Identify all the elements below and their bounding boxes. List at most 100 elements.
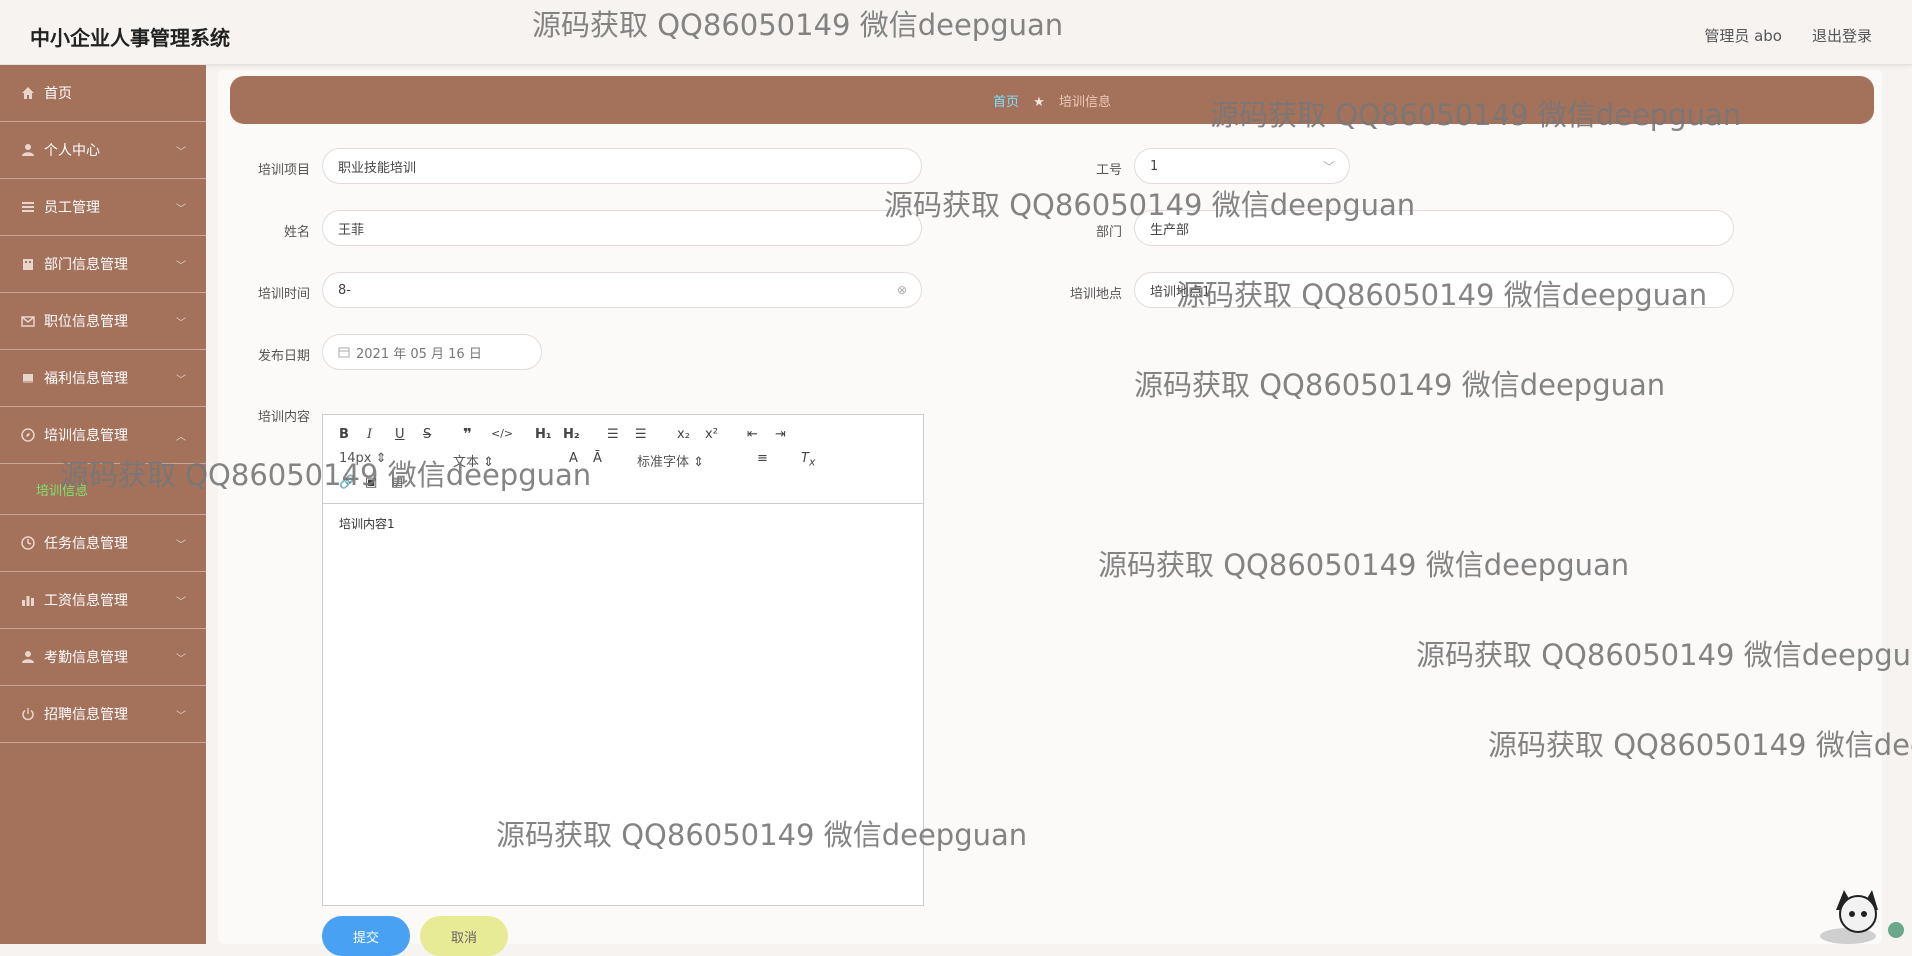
sidebar-item-home[interactable]: 首页 — [0, 65, 206, 122]
editor-toolbar: B I U S ❞ </> H₁ H₂ ☰ ☰ x₂ x² ⇤ ⇥ 14px ⇕… — [323, 415, 923, 504]
text-style-value: 文本 — [453, 455, 480, 470]
project-value: 职业技能培训 — [338, 160, 417, 176]
chevron-down-icon: ﹀ — [176, 374, 186, 386]
outdent-icon[interactable]: ⇤ — [747, 427, 758, 442]
bold-icon[interactable]: B — [339, 427, 349, 442]
ordered-list-icon[interactable]: ☰ — [607, 427, 619, 442]
bullet-list-icon[interactable]: ☰ — [635, 427, 647, 442]
chevron-down-icon: ﹀ — [176, 539, 186, 551]
sidebar-item-label: 培训信息管理 — [44, 428, 128, 444]
heading2-icon[interactable]: H₂ — [563, 427, 580, 442]
chevron-down-icon: ﹀ — [176, 596, 186, 608]
text-style-select[interactable]: 文本 ⇕ — [453, 451, 494, 470]
sidebar-item-label: 工资信息管理 — [44, 593, 128, 609]
time-input[interactable]: 8- ⊗ — [322, 272, 922, 308]
date-label: 发布日期 — [257, 349, 310, 364]
dept-value: 生产部 — [1150, 222, 1190, 238]
name-label: 姓名 — [283, 225, 310, 240]
superscript-icon[interactable]: x² — [705, 427, 718, 442]
sidebar-item-personal-center[interactable]: 个人中心 ﹀ — [0, 122, 206, 179]
sidebar-subitem-training-info[interactable]: 培训信息 — [0, 464, 206, 515]
date-picker[interactable]: 2021 年 05 月 16 日 — [322, 334, 542, 370]
breadcrumb-bar: 首页 ★ 培训信息 — [230, 76, 1874, 124]
breadcrumb-current: 培训信息 — [1058, 95, 1111, 110]
image-icon[interactable]: ▣ — [365, 475, 377, 490]
chevron-down-icon: ﹀ — [176, 146, 186, 158]
video-icon[interactable]: ▤ — [391, 475, 403, 490]
chevron-down-icon: ﹀ — [176, 317, 186, 329]
empno-value: 1 — [1150, 158, 1159, 174]
submit-button[interactable]: 提交 — [322, 916, 410, 956]
chevron-down-icon: ﹀ — [176, 260, 186, 272]
code-icon[interactable]: </> — [491, 427, 513, 440]
sidebar-item-task[interactable]: 任务信息管理 ﹀ — [0, 515, 206, 572]
sidebar-item-department[interactable]: 部门信息管理 ﹀ — [0, 236, 206, 293]
heading1-icon[interactable]: H₁ — [535, 427, 552, 442]
date-value: 2021 年 05 月 16 日 — [356, 346, 482, 362]
cancel-button[interactable]: 取消 — [420, 916, 508, 956]
font-size-value: 14px — [339, 451, 372, 466]
rich-text-editor: B I U S ❞ </> H₁ H₂ ☰ ☰ x₂ x² ⇤ ⇥ 14px ⇕… — [322, 414, 924, 906]
link-icon[interactable]: 🔗 — [339, 475, 355, 490]
sidebar: 首页 个人中心 ﹀ 员工管理 ﹀ 部门信息管理 ﹀ 职位信息管理 ﹀ 福利信息管… — [0, 65, 206, 944]
sidebar-item-label: 招聘信息管理 — [44, 707, 128, 723]
align-icon[interactable]: ≡ — [757, 451, 768, 466]
chevron-down-icon: ﹀ — [176, 710, 186, 722]
user-icon — [20, 649, 36, 665]
sidebar-item-attendance[interactable]: 考勤信息管理 ﹀ — [0, 629, 206, 686]
sidebar-item-recruitment[interactable]: 招聘信息管理 ﹀ — [0, 686, 206, 743]
indent-icon[interactable]: ⇥ — [775, 427, 786, 442]
breadcrumb-home[interactable]: 首页 — [993, 95, 1019, 110]
strikethrough-icon[interactable]: S — [423, 427, 431, 442]
clear-format-icon[interactable]: Tx — [801, 451, 815, 469]
place-input[interactable]: 培训地点1 — [1134, 272, 1734, 308]
sidebar-item-label: 员工管理 — [44, 200, 100, 216]
sidebar-item-label: 个人中心 — [44, 143, 100, 159]
font-family-select[interactable]: 标准字体 ⇕ — [637, 451, 704, 470]
sidebar-item-position[interactable]: 职位信息管理 ﹀ — [0, 293, 206, 350]
place-value: 培训地点1 — [1150, 284, 1211, 300]
place-label: 培训地点 — [1069, 287, 1122, 302]
clear-icon[interactable]: ⊗ — [897, 283, 907, 297]
power-icon — [20, 706, 36, 722]
name-input[interactable]: 王菲 — [322, 210, 922, 246]
empno-select[interactable]: 1 ﹀ — [1134, 148, 1350, 184]
list-icon — [20, 199, 36, 215]
sidebar-item-welfare[interactable]: 福利信息管理 ﹀ — [0, 350, 206, 407]
name-value: 王菲 — [338, 222, 365, 238]
content-label: 培训内容 — [257, 410, 310, 425]
chevron-up-icon: ︿ — [176, 431, 186, 443]
user-icon — [20, 142, 36, 158]
breadcrumb: 首页 ★ 培训信息 — [230, 91, 1874, 110]
home-icon — [20, 85, 36, 101]
compass-icon — [20, 427, 36, 443]
time-value: 8- — [338, 282, 351, 298]
font-family-value: 标准字体 — [637, 455, 690, 470]
sidebar-item-training[interactable]: 培训信息管理 ︿ — [0, 407, 206, 464]
italic-icon[interactable]: I — [367, 427, 372, 442]
font-color-icon[interactable]: A — [569, 451, 578, 466]
gift-icon — [20, 370, 36, 386]
project-input[interactable]: 职业技能培训 — [322, 148, 922, 184]
sidebar-item-label: 部门信息管理 — [44, 257, 128, 273]
chevron-down-icon: ﹀ — [1322, 159, 1335, 174]
app-title: 中小企业人事管理系统 — [30, 26, 230, 50]
underline-icon[interactable]: U — [395, 427, 405, 442]
dept-input[interactable]: 生产部 — [1134, 210, 1734, 246]
mail-icon — [20, 313, 36, 329]
background-color-icon[interactable]: Ā — [593, 451, 602, 466]
sidebar-item-label: 任务信息管理 — [44, 536, 128, 552]
font-size-select[interactable]: 14px ⇕ — [339, 451, 387, 466]
sidebar-item-employee[interactable]: 员工管理 ﹀ — [0, 179, 206, 236]
chevron-down-icon: ﹀ — [176, 203, 186, 215]
current-user: 管理员 abo — [1704, 27, 1782, 45]
sidebar-item-salary[interactable]: 工资信息管理 ﹀ — [0, 572, 206, 629]
dept-label: 部门 — [1095, 225, 1122, 240]
quote-icon[interactable]: ❞ — [463, 425, 472, 443]
bar-chart-icon — [20, 592, 36, 608]
logout-link[interactable]: 退出登录 — [1812, 25, 1872, 46]
editor-content[interactable]: 培训内容1 — [339, 515, 395, 532]
subscript-icon[interactable]: x₂ — [677, 427, 690, 442]
star-icon: ★ — [1033, 95, 1045, 110]
top-bar: 中小企业人事管理系统 管理员 abo 退出登录 — [0, 0, 1912, 65]
